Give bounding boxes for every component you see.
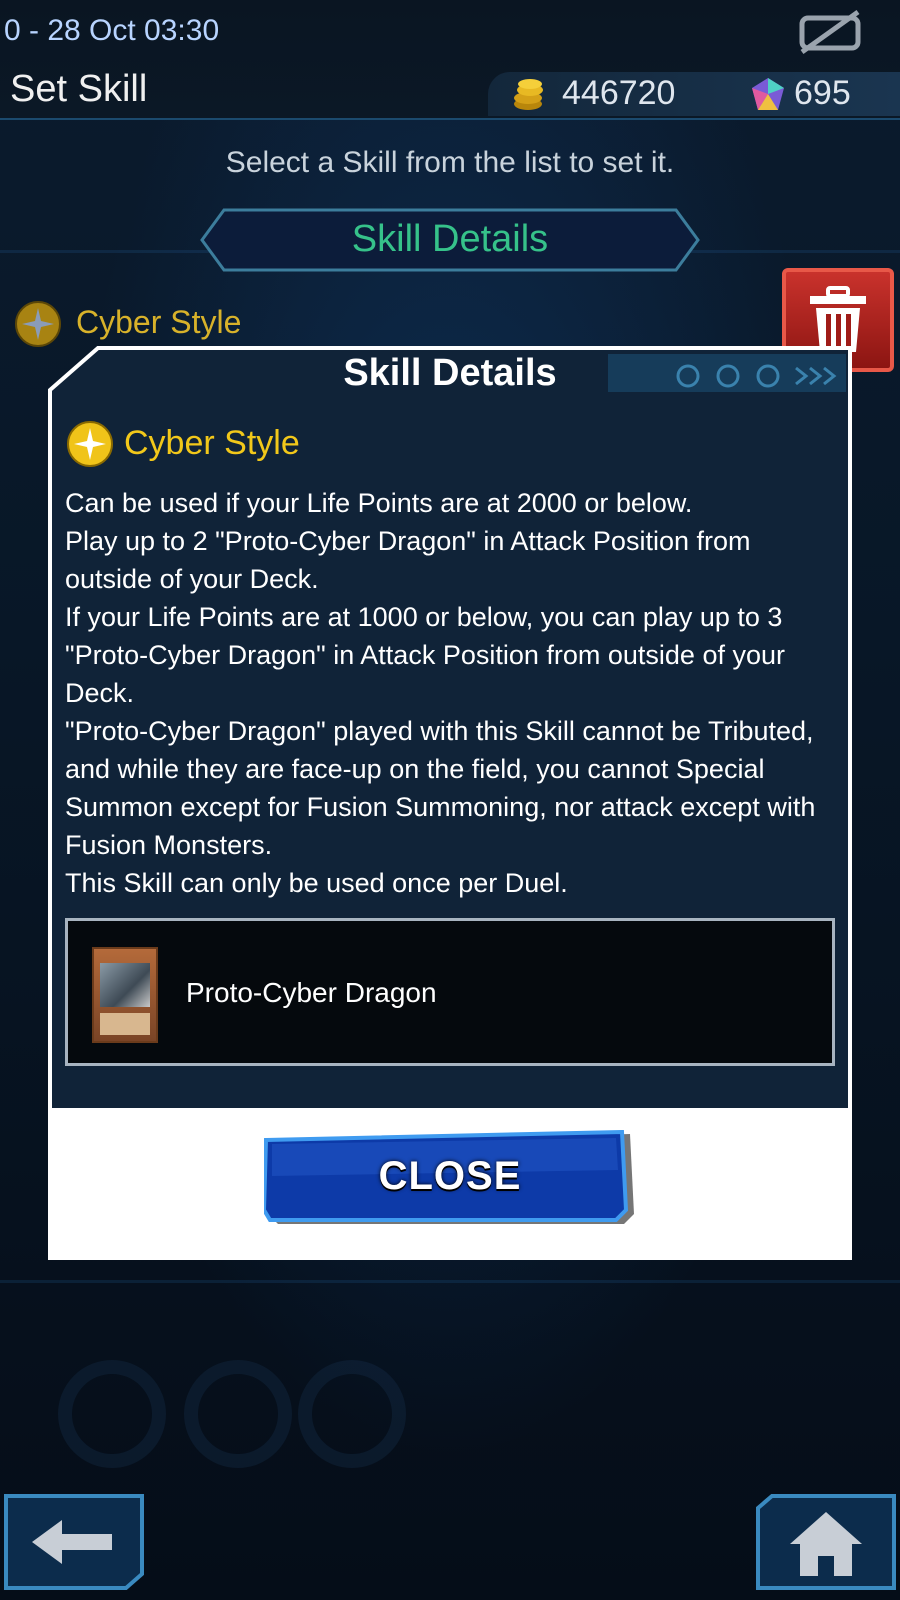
instruction-text: Select a Skill from the list to set it.	[225, 146, 675, 179]
home-button[interactable]	[756, 1494, 896, 1590]
modal-title: Skill Details	[343, 352, 557, 394]
skill-star-icon	[67, 421, 113, 467]
skill-description: Can be used if your Life Points are at 2…	[65, 488, 816, 898]
related-card-item[interactable]: Proto-Cyber Dragon	[65, 918, 835, 1066]
bg-decoration	[58, 1360, 166, 1468]
trash-icon	[810, 286, 866, 352]
banner-label: Skill Details	[351, 218, 549, 260]
skill-star-icon	[15, 301, 61, 347]
coin-count: 446720	[562, 74, 676, 112]
coin-icon	[514, 79, 543, 110]
bg-decoration	[298, 1360, 406, 1468]
related-card-name: Proto-Cyber Dragon	[186, 977, 437, 1008]
no-signal-icon	[799, 9, 861, 55]
selected-skill-name[interactable]: Cyber Style	[76, 304, 241, 341]
bg-decoration	[184, 1360, 292, 1468]
card-art	[100, 963, 150, 1007]
bg-decoration	[0, 1280, 900, 1283]
card-text-box	[100, 1013, 150, 1035]
skill-name: Cyber Style	[124, 424, 300, 462]
gem-count: 695	[794, 74, 851, 112]
back-button[interactable]	[4, 1494, 144, 1590]
page-title: Set Skill	[10, 68, 148, 110]
card-thumbnail	[92, 947, 158, 1043]
event-datetime: 0 - 28 Oct 03:30	[4, 14, 220, 47]
close-button-label[interactable]: CLOSE	[264, 1154, 636, 1199]
gem-icon	[752, 78, 784, 110]
